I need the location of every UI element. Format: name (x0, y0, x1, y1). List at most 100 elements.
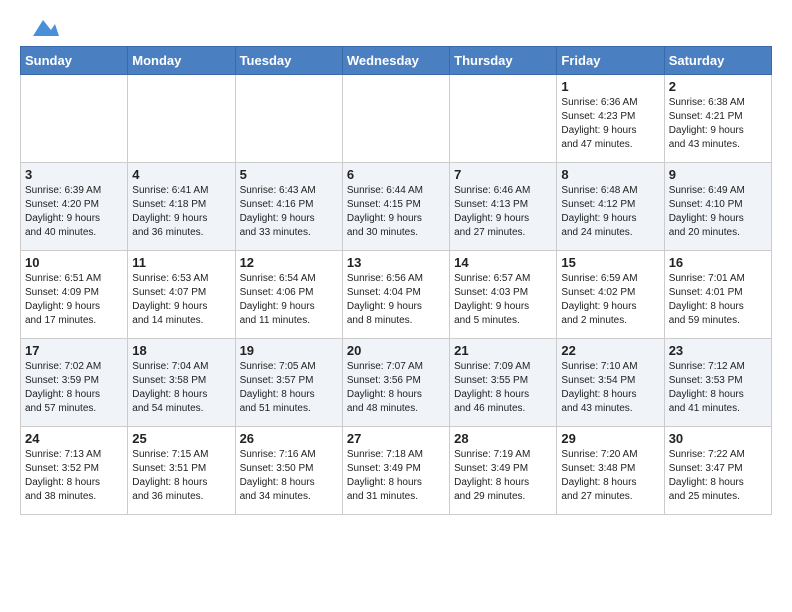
day-number: 23 (669, 343, 767, 358)
calendar-week-row: 1Sunrise: 6:36 AM Sunset: 4:23 PM Daylig… (21, 75, 772, 163)
calendar-cell: 27Sunrise: 7:18 AM Sunset: 3:49 PM Dayli… (342, 427, 449, 515)
col-header-sunday: Sunday (21, 47, 128, 75)
calendar-cell (342, 75, 449, 163)
day-info: Sunrise: 6:41 AM Sunset: 4:18 PM Dayligh… (132, 184, 230, 240)
day-info: Sunrise: 7:22 AM Sunset: 3:47 PM Dayligh… (669, 448, 767, 504)
day-number: 8 (561, 167, 659, 182)
calendar-week-row: 3 Sunrise: 6:39 AM Sunset: 4:20 PM Daylig… (21, 163, 772, 251)
day-number: 5 (240, 167, 338, 182)
calendar-cell: 20 Sunrise: 7:07 AM Sunset: 3:56 PM Dayli… (342, 339, 449, 427)
day-info: Sunrise: 6:39 AM Sunset: 4:20 PM Dayligh… (25, 184, 123, 240)
day-number: 18 (132, 343, 230, 358)
day-number: 9 (669, 167, 767, 182)
day-info: Sunrise: 6:38 AM Sunset: 4:21 PM Dayligh… (669, 96, 767, 152)
calendar-cell: 29 Sunrise: 7:20 AM Sunset: 3:48 PM Dayli… (557, 427, 664, 515)
calendar-cell: 30 Sunrise: 7:22 AM Sunset: 3:47 PM Dayli… (664, 427, 771, 515)
calendar-cell: 8 Sunrise: 6:48 AM Sunset: 4:12 PM Daylig… (557, 163, 664, 251)
calendar-cell: 11 Sunrise: 6:53 AM Sunset: 4:07 PM Dayli… (128, 251, 235, 339)
day-number: 29 (561, 431, 659, 446)
calendar-cell: 16Sunrise: 7:01 AM Sunset: 4:01 PM Dayli… (664, 251, 771, 339)
day-number: 17 (25, 343, 123, 358)
day-info: Sunrise: 6:43 AM Sunset: 4:16 PM Dayligh… (240, 184, 338, 240)
col-header-friday: Friday (557, 47, 664, 75)
logo-icon (23, 16, 55, 38)
day-info: Sunrise: 6:49 AM Sunset: 4:10 PM Dayligh… (669, 184, 767, 240)
calendar-cell: 10 Sunrise: 6:51 AM Sunset: 4:09 PM Dayli… (21, 251, 128, 339)
calendar-cell: 12Sunrise: 6:54 AM Sunset: 4:06 PM Dayli… (235, 251, 342, 339)
day-number: 2 (669, 79, 767, 94)
calendar-cell: 21 Sunrise: 7:09 AM Sunset: 3:55 PM Dayli… (450, 339, 557, 427)
calendar-cell: 2 Sunrise: 6:38 AM Sunset: 4:21 PM Daylig… (664, 75, 771, 163)
calendar-cell: 19 Sunrise: 7:05 AM Sunset: 3:57 PM Dayli… (235, 339, 342, 427)
day-number: 11 (132, 255, 230, 270)
day-info: Sunrise: 6:46 AM Sunset: 4:13 PM Dayligh… (454, 184, 552, 240)
day-number: 3 (25, 167, 123, 182)
day-info: Sunrise: 7:05 AM Sunset: 3:57 PM Dayligh… (240, 360, 338, 416)
day-info: Sunrise: 7:15 AM Sunset: 3:51 PM Dayligh… (132, 448, 230, 504)
calendar-header-row: SundayMondayTuesdayWednesdayThursdayFrid… (21, 47, 772, 75)
day-number: 21 (454, 343, 552, 358)
day-number: 24 (25, 431, 123, 446)
calendar-cell: 9 Sunrise: 6:49 AM Sunset: 4:10 PM Daylig… (664, 163, 771, 251)
calendar-cell: 7 Sunrise: 6:46 AM Sunset: 4:13 PM Daylig… (450, 163, 557, 251)
calendar-cell: 3 Sunrise: 6:39 AM Sunset: 4:20 PM Daylig… (21, 163, 128, 251)
day-info: Sunrise: 7:09 AM Sunset: 3:55 PM Dayligh… (454, 360, 552, 416)
calendar-cell: 24 Sunrise: 7:13 AM Sunset: 3:52 PM Dayli… (21, 427, 128, 515)
col-header-monday: Monday (128, 47, 235, 75)
col-header-wednesday: Wednesday (342, 47, 449, 75)
calendar-cell: 5 Sunrise: 6:43 AM Sunset: 4:16 PM Daylig… (235, 163, 342, 251)
col-header-tuesday: Tuesday (235, 47, 342, 75)
calendar-cell: 15 Sunrise: 6:59 AM Sunset: 4:02 PM Dayli… (557, 251, 664, 339)
day-number: 14 (454, 255, 552, 270)
day-info: Sunrise: 7:18 AM Sunset: 3:49 PM Dayligh… (347, 448, 445, 504)
header (20, 16, 772, 36)
calendar-cell (128, 75, 235, 163)
day-info: Sunrise: 6:56 AM Sunset: 4:04 PM Dayligh… (347, 272, 445, 328)
page: SundayMondayTuesdayWednesdayThursdayFrid… (0, 0, 792, 525)
day-number: 26 (240, 431, 338, 446)
day-info: Sunrise: 6:59 AM Sunset: 4:02 PM Dayligh… (561, 272, 659, 328)
calendar-cell (21, 75, 128, 163)
day-number: 25 (132, 431, 230, 446)
day-info: Sunrise: 7:19 AM Sunset: 3:49 PM Dayligh… (454, 448, 552, 504)
logo (20, 16, 55, 36)
day-number: 19 (240, 343, 338, 358)
day-number: 1 (561, 79, 659, 94)
day-number: 6 (347, 167, 445, 182)
day-info: Sunrise: 6:57 AM Sunset: 4:03 PM Dayligh… (454, 272, 552, 328)
day-number: 12 (240, 255, 338, 270)
day-number: 30 (669, 431, 767, 446)
calendar-cell: 13Sunrise: 6:56 AM Sunset: 4:04 PM Dayli… (342, 251, 449, 339)
day-number: 15 (561, 255, 659, 270)
day-info: Sunrise: 6:53 AM Sunset: 4:07 PM Dayligh… (132, 272, 230, 328)
day-info: Sunrise: 7:04 AM Sunset: 3:58 PM Dayligh… (132, 360, 230, 416)
calendar-cell: 17 Sunrise: 7:02 AM Sunset: 3:59 PM Dayli… (21, 339, 128, 427)
day-info: Sunrise: 7:02 AM Sunset: 3:59 PM Dayligh… (25, 360, 123, 416)
day-info: Sunrise: 7:10 AM Sunset: 3:54 PM Dayligh… (561, 360, 659, 416)
calendar-cell: 25 Sunrise: 7:15 AM Sunset: 3:51 PM Dayli… (128, 427, 235, 515)
calendar-table: SundayMondayTuesdayWednesdayThursdayFrid… (20, 46, 772, 515)
calendar-week-row: 24 Sunrise: 7:13 AM Sunset: 3:52 PM Dayli… (21, 427, 772, 515)
calendar-cell: 26Sunrise: 7:16 AM Sunset: 3:50 PM Dayli… (235, 427, 342, 515)
day-number: 22 (561, 343, 659, 358)
calendar-week-row: 10 Sunrise: 6:51 AM Sunset: 4:09 PM Dayli… (21, 251, 772, 339)
day-info: Sunrise: 7:01 AM Sunset: 4:01 PM Dayligh… (669, 272, 767, 328)
calendar-cell: 14 Sunrise: 6:57 AM Sunset: 4:03 PM Dayli… (450, 251, 557, 339)
calendar-cell: 23Sunrise: 7:12 AM Sunset: 3:53 PM Dayli… (664, 339, 771, 427)
day-info: Sunrise: 7:07 AM Sunset: 3:56 PM Dayligh… (347, 360, 445, 416)
day-number: 28 (454, 431, 552, 446)
calendar-cell: 28 Sunrise: 7:19 AM Sunset: 3:49 PM Dayli… (450, 427, 557, 515)
day-number: 10 (25, 255, 123, 270)
day-number: 20 (347, 343, 445, 358)
day-number: 7 (454, 167, 552, 182)
day-info: Sunrise: 6:44 AM Sunset: 4:15 PM Dayligh… (347, 184, 445, 240)
col-header-saturday: Saturday (664, 47, 771, 75)
col-header-thursday: Thursday (450, 47, 557, 75)
calendar-cell: 22 Sunrise: 7:10 AM Sunset: 3:54 PM Dayli… (557, 339, 664, 427)
calendar-cell: 18 Sunrise: 7:04 AM Sunset: 3:58 PM Dayli… (128, 339, 235, 427)
day-info: Sunrise: 6:48 AM Sunset: 4:12 PM Dayligh… (561, 184, 659, 240)
calendar-cell (235, 75, 342, 163)
day-info: Sunrise: 7:20 AM Sunset: 3:48 PM Dayligh… (561, 448, 659, 504)
day-info: Sunrise: 6:51 AM Sunset: 4:09 PM Dayligh… (25, 272, 123, 328)
day-info: Sunrise: 7:13 AM Sunset: 3:52 PM Dayligh… (25, 448, 123, 504)
